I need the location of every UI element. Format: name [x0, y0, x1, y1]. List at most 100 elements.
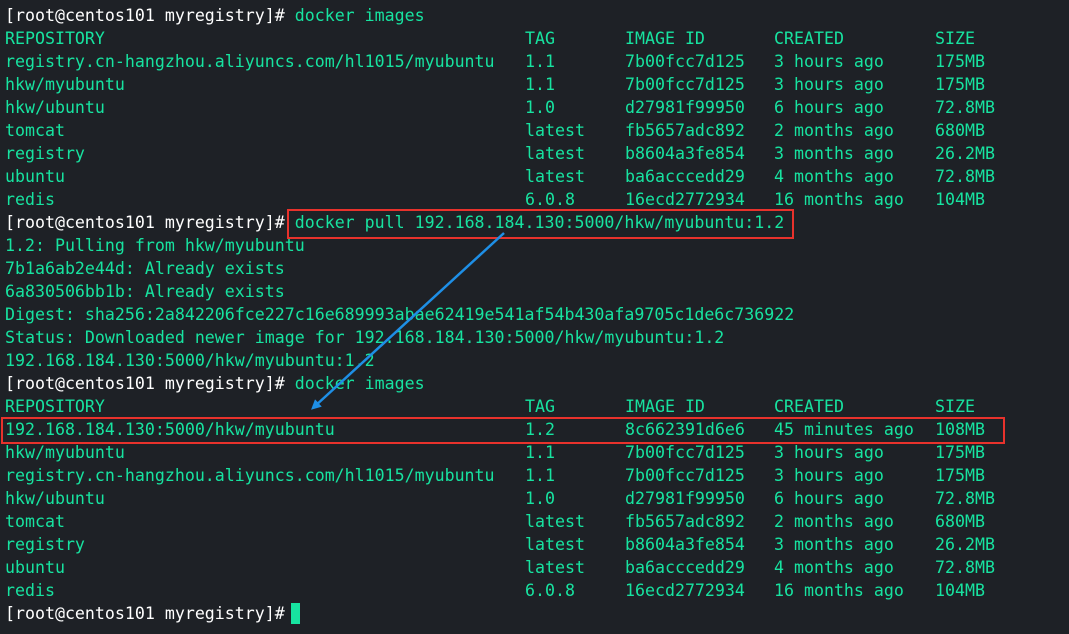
image-id-cell: fb5657adc892: [625, 121, 745, 140]
shell-prompt: [root@centos101 myregistry]#: [5, 6, 285, 25]
header-image-id: IMAGE ID: [625, 29, 705, 48]
header-created: CREATED: [774, 29, 844, 48]
repository-cell: registry: [5, 535, 85, 554]
repository-cell: ubuntu: [5, 558, 65, 577]
header-repository: REPOSITORY: [5, 397, 105, 416]
tag-cell: latest: [525, 144, 585, 163]
image-row: registry latest b8604a3fe854 3 months ago 26…: [5, 533, 1065, 556]
repository-cell: tomcat: [5, 512, 65, 531]
image-id-cell: 16ecd2772934: [625, 190, 745, 209]
shell-prompt: [root@centos101 myregistry]#: [5, 374, 285, 393]
terminal-cursor[interactable]: [290, 603, 300, 624]
repository-cell: registry.cn-hangzhou.aliyuncs.com/hl1015…: [5, 466, 495, 485]
image-id-cell: 7b00fcc7d125: [625, 466, 745, 485]
image-id-cell: d27981f99950: [625, 98, 745, 117]
command-text: docker images: [294, 6, 425, 25]
table-header: REPOSITORY TAG IMAGE ID CREATED SIZE: [5, 395, 1065, 418]
created-cell: 3 months ago: [774, 144, 894, 163]
image-row: hkw/myubuntu 1.1 7b00fcc7d125 3 hours ago 17…: [5, 73, 1065, 96]
image-id-cell: ba6acccedd29: [625, 167, 745, 186]
pull-result-line: 192.168.184.130:5000/hkw/myubuntu:1.2: [5, 351, 375, 370]
repository-cell: tomcat: [5, 121, 65, 140]
size-cell: 175MB: [935, 52, 985, 71]
size-cell: 72.8MB: [935, 558, 995, 577]
image-id-cell: fb5657adc892: [625, 512, 745, 531]
shell-prompt: [root@centos101 myregistry]#: [5, 604, 285, 623]
tag-cell: latest: [525, 121, 585, 140]
tag-cell: latest: [525, 512, 585, 531]
command-line: [root@centos101 myregistry]# docker imag…: [5, 4, 1065, 27]
tag-cell: 1.1: [525, 443, 555, 462]
repository-cell: registry: [5, 144, 85, 163]
created-cell: 2 months ago: [774, 512, 894, 531]
created-cell: 3 hours ago: [774, 52, 884, 71]
tag-cell: 1.1: [525, 52, 555, 71]
terminal-window[interactable]: [root@centos101 myregistry]# docker imag…: [5, 4, 1065, 625]
image-row: tomcat latest fb5657adc892 2 months ago 680M…: [5, 119, 1065, 142]
tag-cell: 1.0: [525, 489, 555, 508]
image-id-cell: 7b00fcc7d125: [625, 75, 745, 94]
image-id-cell: 7b00fcc7d125: [625, 443, 745, 462]
size-cell: 26.2MB: [935, 144, 995, 163]
repository-cell: registry.cn-hangzhou.aliyuncs.com/hl1015…: [5, 52, 495, 71]
header-size: SIZE: [935, 29, 975, 48]
new-image-row-highlight-box: [1, 417, 1005, 444]
image-id-cell: 16ecd2772934: [625, 581, 745, 600]
repository-cell: hkw/ubuntu: [5, 489, 105, 508]
size-cell: 26.2MB: [935, 535, 995, 554]
header-repository: REPOSITORY: [5, 29, 105, 48]
image-row: ubuntu latest ba6acccedd29 4 months ago 72.8…: [5, 556, 1065, 579]
size-cell: 72.8MB: [935, 489, 995, 508]
image-row: redis 6.0.8 16ecd2772934 16 months ago 104MB: [5, 188, 1065, 211]
image-id-cell: ba6acccedd29: [625, 558, 745, 577]
image-row: registry.cn-hangzhou.aliyuncs.com/hl1015…: [5, 50, 1065, 73]
size-cell: 72.8MB: [935, 98, 995, 117]
image-row: tomcat latest fb5657adc892 2 months ago 680M…: [5, 510, 1065, 533]
created-cell: 4 months ago: [774, 167, 894, 186]
image-row: registry.cn-hangzhou.aliyuncs.com/hl1015…: [5, 464, 1065, 487]
command-line: [root@centos101 myregistry]# docker imag…: [5, 372, 1065, 395]
size-cell: 175MB: [935, 466, 985, 485]
image-id-cell: b8604a3fe854: [625, 535, 745, 554]
image-row: redis 6.0.8 16ecd2772934 16 months ago 104MB: [5, 579, 1065, 602]
repository-cell: hkw/myubuntu: [5, 75, 125, 94]
created-cell: 16 months ago: [774, 581, 904, 600]
repository-cell: ubuntu: [5, 167, 65, 186]
created-cell: 6 hours ago: [774, 98, 884, 117]
tag-cell: 1.0: [525, 98, 555, 117]
tag-cell: latest: [525, 558, 585, 577]
tag-cell: 1.1: [525, 466, 555, 485]
tag-cell: latest: [525, 535, 585, 554]
created-cell: 3 hours ago: [774, 466, 884, 485]
size-cell: 104MB: [935, 190, 985, 209]
image-row: ubuntu latest ba6acccedd29 4 months ago 72.8…: [5, 165, 1065, 188]
image-row: hkw/ubuntu 1.0 d27981f99950 6 hours ago 72.8…: [5, 487, 1065, 510]
size-cell: 104MB: [935, 581, 985, 600]
pull-digest-line: Digest: sha256:2a842206fce227c16e689993a…: [5, 305, 795, 324]
repository-cell: redis: [5, 581, 55, 600]
tag-cell: 1.1: [525, 75, 555, 94]
image-row: registry latest b8604a3fe854 3 months ago 26…: [5, 142, 1065, 165]
header-image-id: IMAGE ID: [625, 397, 705, 416]
tag-cell: 6.0.8: [525, 581, 575, 600]
pull-output-line: 6a830506bb1b: Already exists: [5, 282, 285, 301]
command-text: docker images: [294, 374, 425, 393]
header-size: SIZE: [935, 397, 975, 416]
pull-command-highlight-box: [287, 209, 794, 239]
size-cell: 72.8MB: [935, 167, 995, 186]
pull-status-line: Status: Downloaded newer image for 192.1…: [5, 328, 725, 347]
size-cell: 175MB: [935, 443, 985, 462]
created-cell: 3 hours ago: [774, 75, 884, 94]
active-prompt-line[interactable]: [root@centos101 myregistry]#: [5, 602, 1065, 625]
image-id-cell: 7b00fcc7d125: [625, 52, 745, 71]
pull-output-line: 7b1a6ab2e44d: Already exists: [5, 259, 285, 278]
size-cell: 175MB: [935, 75, 985, 94]
created-cell: 3 months ago: [774, 535, 894, 554]
repository-cell: hkw/ubuntu: [5, 98, 105, 117]
created-cell: 3 hours ago: [774, 443, 884, 462]
size-cell: 680MB: [935, 512, 985, 531]
repository-cell: redis: [5, 190, 55, 209]
created-cell: 2 months ago: [774, 121, 894, 140]
size-cell: 680MB: [935, 121, 985, 140]
created-cell: 16 months ago: [774, 190, 904, 209]
